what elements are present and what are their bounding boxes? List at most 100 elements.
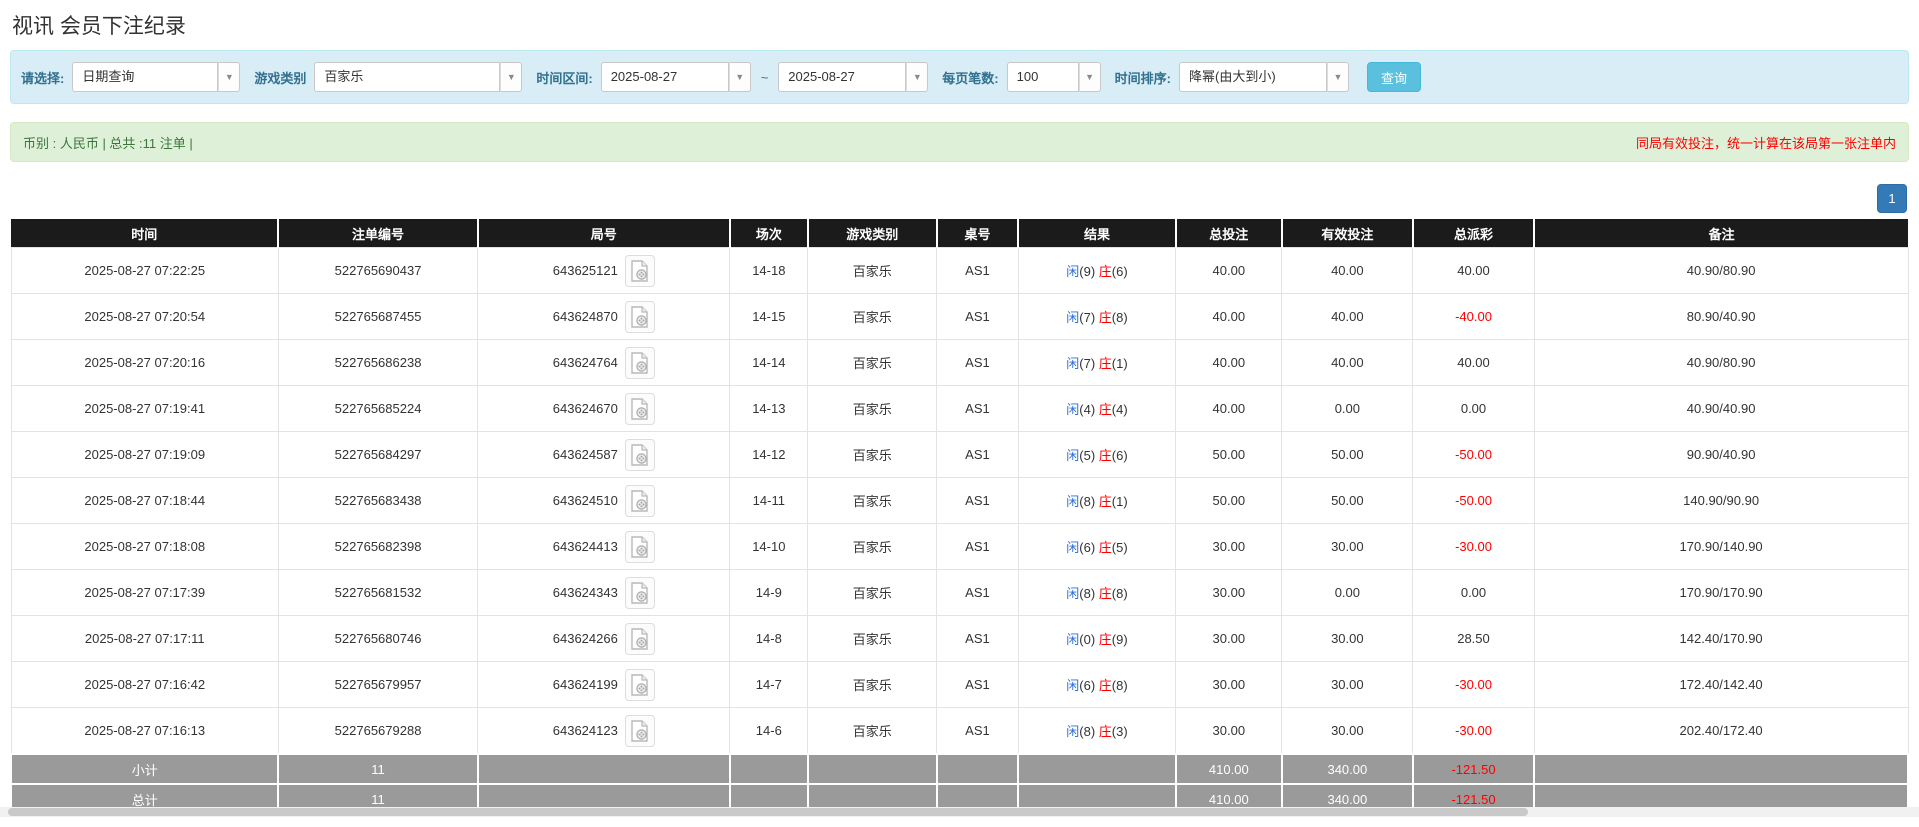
cell-game-type: 百家乐	[808, 386, 937, 432]
sort-order-select[interactable]: 降幂(由大到小) ▼	[1179, 62, 1349, 92]
cell-total-bet[interactable]: 40.00	[1176, 386, 1282, 432]
round-video-button[interactable]	[625, 623, 655, 655]
result-banker-score: (1)	[1112, 494, 1128, 509]
cell-total-bet[interactable]: 30.00	[1176, 662, 1282, 708]
cell-round-id: 643624587	[478, 432, 730, 478]
result-banker-score: (8)	[1112, 678, 1128, 693]
result-player-label: 闲	[1066, 586, 1079, 601]
result-banker-score: (6)	[1112, 448, 1128, 463]
cell-total-bet[interactable]: 40.00	[1176, 340, 1282, 386]
result-player-score: (8)	[1079, 724, 1095, 739]
date-to-select[interactable]: 2025-08-27 ▼	[778, 62, 928, 92]
round-video-button[interactable]	[625, 347, 655, 379]
cell-bet-id: 522765685224	[278, 386, 477, 432]
cell-result: 闲(6) 庄(5)	[1018, 524, 1175, 570]
result-player-label: 闲	[1066, 448, 1079, 463]
cell-bet-id: 522765690437	[278, 248, 477, 294]
cell-game-type: 百家乐	[808, 340, 937, 386]
chevron-down-icon[interactable]: ▼	[729, 62, 751, 92]
pagination: 1	[10, 184, 1907, 213]
table-row: 2025-08-27 07:18:08 522765682398 6436244…	[11, 524, 1908, 570]
cell-table-no: AS1	[937, 294, 1019, 340]
table-row: 2025-08-27 07:19:09 522765684297 6436245…	[11, 432, 1908, 478]
cell-total-bet[interactable]: 30.00	[1176, 708, 1282, 755]
round-id-value: 643624764	[553, 355, 618, 370]
result-banker-label: 庄	[1099, 356, 1112, 371]
cell-remark: 172.40/142.40	[1534, 662, 1908, 708]
cell-total-bet[interactable]: 30.00	[1176, 570, 1282, 616]
chevron-down-icon[interactable]: ▼	[1079, 62, 1101, 92]
table-row: 2025-08-27 07:18:44 522765683438 6436245…	[11, 478, 1908, 524]
page-size-select[interactable]: 100 ▼	[1007, 62, 1101, 92]
page-1-button[interactable]: 1	[1877, 184, 1907, 213]
cell-table-no: AS1	[937, 524, 1019, 570]
result-banker-score: (9)	[1112, 632, 1128, 647]
cell-total-bet[interactable]: 40.00	[1176, 294, 1282, 340]
result-banker-label: 庄	[1099, 678, 1112, 693]
cell-bet-id: 522765687455	[278, 294, 477, 340]
cell-total-bet[interactable]: 50.00	[1176, 478, 1282, 524]
cell-session: 14-15	[730, 294, 808, 340]
game-type-value[interactable]: 百家乐	[314, 62, 500, 92]
horizontal-scrollbar[interactable]	[0, 807, 1919, 817]
cell-total-bet[interactable]: 40.00	[1176, 248, 1282, 294]
result-banker-label: 庄	[1099, 724, 1112, 739]
video-file-icon	[630, 582, 649, 604]
video-file-icon	[630, 536, 649, 558]
round-video-button[interactable]	[625, 393, 655, 425]
cell-time: 2025-08-27 07:18:08	[11, 524, 278, 570]
result-banker-score: (8)	[1112, 586, 1128, 601]
chevron-down-icon[interactable]: ▼	[218, 62, 240, 92]
round-video-button[interactable]	[625, 577, 655, 609]
cell-round-id: 643624764	[478, 340, 730, 386]
cell-remark: 40.90/40.90	[1534, 386, 1908, 432]
round-video-button[interactable]	[625, 669, 655, 701]
date-from-value[interactable]: 2025-08-27	[601, 62, 729, 92]
cell-payout: -50.00	[1413, 432, 1534, 478]
chevron-down-icon[interactable]: ▼	[1327, 62, 1349, 92]
date-to-value[interactable]: 2025-08-27	[778, 62, 906, 92]
result-player-score: (7)	[1079, 356, 1095, 371]
round-video-button[interactable]	[625, 715, 655, 747]
game-type-select[interactable]: 百家乐 ▼	[314, 62, 522, 92]
cell-payout: 28.50	[1413, 616, 1534, 662]
cell-session: 14-11	[730, 478, 808, 524]
result-player-score: (6)	[1079, 540, 1095, 555]
sort-order-value[interactable]: 降幂(由大到小)	[1179, 62, 1327, 92]
horizontal-scrollbar-thumb[interactable]	[8, 808, 1528, 816]
round-video-button[interactable]	[625, 439, 655, 471]
cell-valid-bet: 0.00	[1282, 570, 1413, 616]
date-from-select[interactable]: 2025-08-27 ▼	[601, 62, 751, 92]
round-id-value: 643624670	[553, 401, 618, 416]
result-banker-label: 庄	[1099, 632, 1112, 647]
result-player-score: (9)	[1079, 264, 1095, 279]
cell-result: 闲(6) 庄(8)	[1018, 662, 1175, 708]
query-button[interactable]: 查询	[1367, 62, 1421, 92]
round-video-button[interactable]	[625, 531, 655, 563]
cell-round-id: 643624870	[478, 294, 730, 340]
cell-payout: 40.00	[1413, 340, 1534, 386]
round-video-button[interactable]	[625, 301, 655, 333]
cell-round-id: 643625121	[478, 248, 730, 294]
valid-bet-notice: 同局有效投注，统一计算在该局第一张注单内	[1636, 133, 1896, 152]
cell-session: 14-6	[730, 708, 808, 755]
cell-total-bet[interactable]: 50.00	[1176, 432, 1282, 478]
result-player-score: (8)	[1079, 494, 1095, 509]
cell-bet-id: 522765679288	[278, 708, 477, 755]
result-banker-label: 庄	[1099, 586, 1112, 601]
cell-table-no: AS1	[937, 662, 1019, 708]
page-size-value[interactable]: 100	[1007, 62, 1079, 92]
query-type-select[interactable]: 日期查询 ▼	[72, 62, 240, 92]
cell-table-no: AS1	[937, 248, 1019, 294]
chevron-down-icon[interactable]: ▼	[906, 62, 928, 92]
round-video-button[interactable]	[625, 255, 655, 287]
cell-total-bet[interactable]: 30.00	[1176, 524, 1282, 570]
cell-total-bet[interactable]: 30.00	[1176, 616, 1282, 662]
cell-payout: 40.00	[1413, 248, 1534, 294]
round-video-button[interactable]	[625, 485, 655, 517]
table-row: 2025-08-27 07:22:25 522765690437 6436251…	[11, 248, 1908, 294]
cell-valid-bet: 30.00	[1282, 524, 1413, 570]
cell-session: 14-13	[730, 386, 808, 432]
query-type-value[interactable]: 日期查询	[72, 62, 218, 92]
chevron-down-icon[interactable]: ▼	[500, 62, 522, 92]
